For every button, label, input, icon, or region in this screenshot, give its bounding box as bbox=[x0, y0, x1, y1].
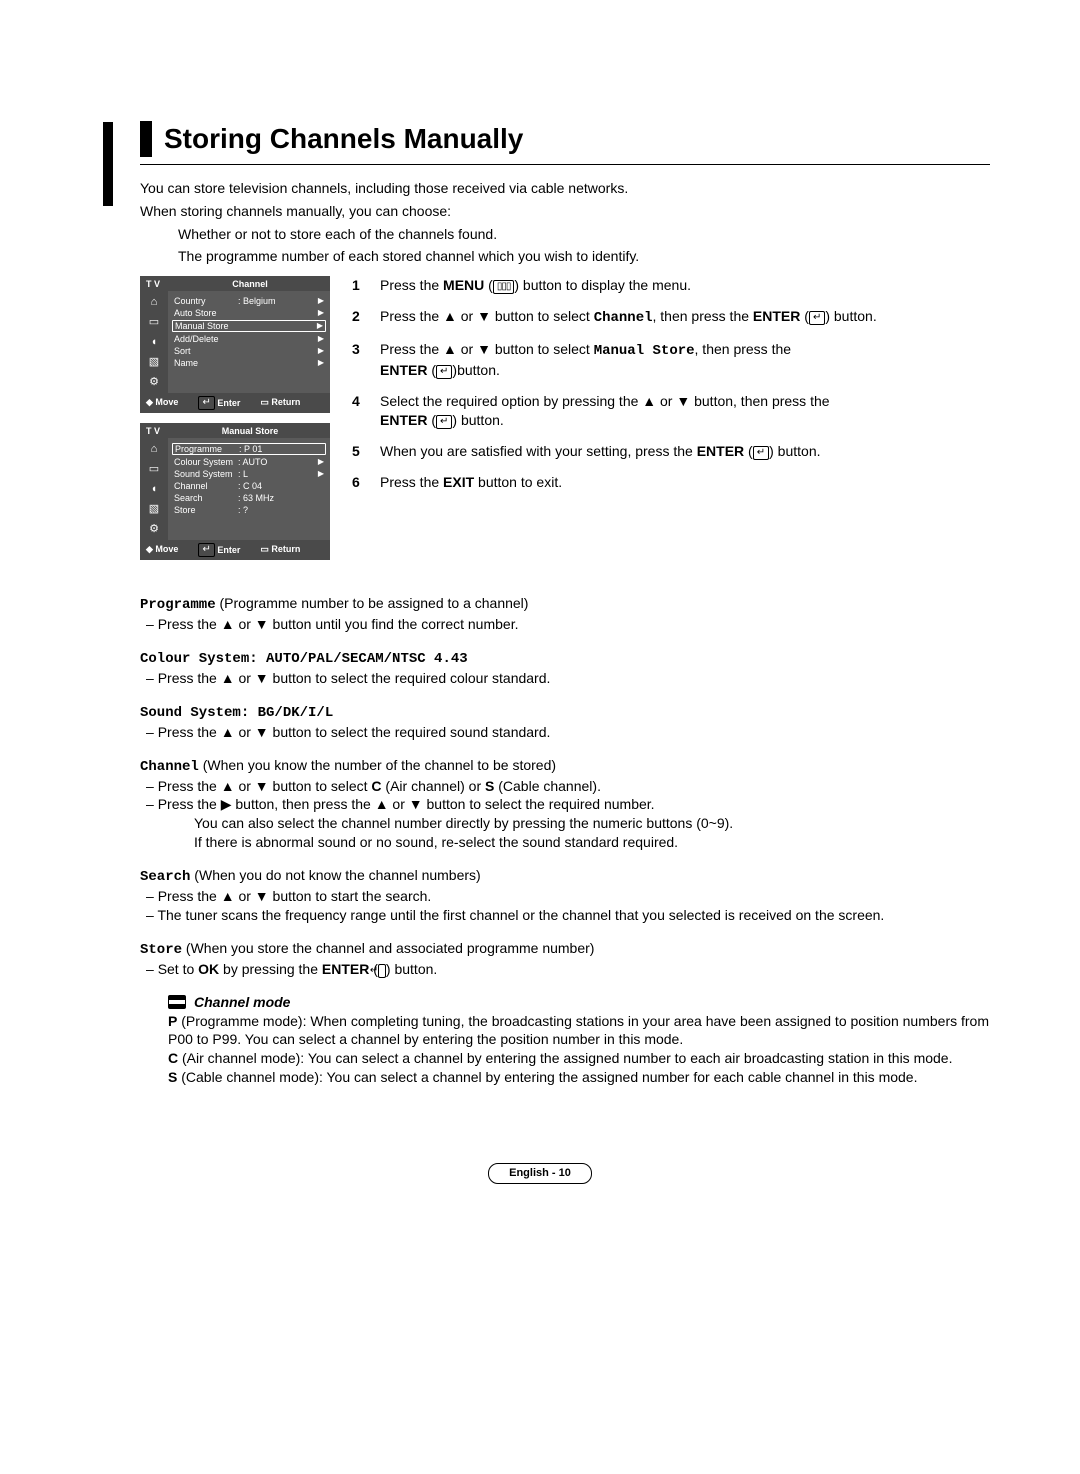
enter-icon: ↵ bbox=[809, 311, 825, 325]
chevron-right-icon: ▶ bbox=[318, 469, 324, 480]
osd2-row-store: Store: ? bbox=[174, 504, 324, 516]
setup-icon: ⚙ bbox=[146, 375, 162, 389]
setup-icon: ⚙ bbox=[146, 522, 162, 536]
page-footer: English - 10 bbox=[0, 1162, 1080, 1184]
osd-foot-move: ◆ Move bbox=[146, 396, 178, 410]
manual-page: Storing Channels Manually You can store … bbox=[0, 0, 1080, 1474]
menu-icon: ▯▯▯ bbox=[493, 280, 515, 294]
step-list: 1 Press the MENU (▯▯▯) button to display… bbox=[352, 276, 990, 491]
channel-mode-title: Channel mode bbox=[194, 994, 290, 1010]
osd1-header: T V Channel bbox=[140, 276, 330, 291]
channel-mode-section: Channel mode P (Programme mode): When co… bbox=[140, 993, 990, 1087]
def-store: Store (When you store the channel and as… bbox=[140, 939, 990, 979]
osd1-row-sort: Sort▶ bbox=[174, 345, 324, 357]
def-channel: Channel (When you know the number of the… bbox=[140, 756, 990, 852]
step-4: 4 Select the required option by pressing… bbox=[352, 392, 990, 430]
osd-foot-return: ▭ Return bbox=[260, 396, 300, 410]
steps-column: 1 Press the MENU (▯▯▯) button to display… bbox=[352, 276, 990, 503]
osd-menu-manualstore: T V Manual Store ⌂ ▭ ◖ ▧ ⚙ Programme: P … bbox=[140, 423, 330, 560]
osd2-list: Programme: P 01 Colour System: AUTO▶ Sou… bbox=[168, 438, 330, 540]
osd-menu-channel: T V Channel ⌂ ▭ ◖ ▧ ⚙ Country: Belgium▶ … bbox=[140, 276, 330, 413]
note-icon bbox=[168, 995, 186, 1009]
def-sound-system: Sound System: BG/DK/I/L – Press the ▲ or… bbox=[140, 702, 990, 742]
step-6: 6 Press the EXIT button to exit. bbox=[352, 473, 990, 492]
intro-sub-2: The programme number of each stored chan… bbox=[140, 247, 990, 266]
def-search: Search (When you do not know the channel… bbox=[140, 866, 990, 925]
osd1-body: ⌂ ▭ ◖ ▧ ⚙ Country: Belgium▶ Auto Store▶ … bbox=[140, 291, 330, 393]
osd2-row-search: Search: 63 MHz bbox=[174, 492, 324, 504]
chmode-p: P (Programme mode): When completing tuni… bbox=[168, 1012, 990, 1050]
chmode-s: S (Cable channel mode): You can select a… bbox=[168, 1068, 990, 1087]
osd2-title-left: T V bbox=[146, 425, 176, 437]
intro-line-1: You can store television channels, inclu… bbox=[140, 179, 990, 198]
chevron-right-icon: ▶ bbox=[318, 334, 324, 345]
chevron-right-icon: ▶ bbox=[318, 346, 324, 357]
def-programme: Programme (Programme number to be assign… bbox=[140, 594, 990, 634]
tv-icon: ⌂ bbox=[146, 295, 162, 309]
two-column-layout: T V Channel ⌂ ▭ ◖ ▧ ⚙ Country: Belgium▶ … bbox=[140, 276, 990, 570]
osd1-footer: ◆ Move ↵ Enter ▭ Return bbox=[140, 393, 330, 413]
enter-icon: ↵ bbox=[378, 964, 386, 978]
osd2-icon-strip: ⌂ ▭ ◖ ▧ ⚙ bbox=[140, 438, 168, 540]
osd1-row-adddelete: Add/Delete▶ bbox=[174, 333, 324, 345]
intro-sub-1: Whether or not to store each of the chan… bbox=[140, 225, 990, 244]
footer-pill: English - 10 bbox=[488, 1163, 592, 1184]
chevron-right-icon: ▶ bbox=[317, 321, 323, 332]
osd1-row-manualstore: Manual Store▶ bbox=[172, 320, 326, 332]
chmode-c: C (Air channel mode): You can select a c… bbox=[168, 1049, 990, 1068]
title-row: Storing Channels Manually bbox=[140, 120, 990, 158]
osd-foot-move: ◆ Move bbox=[146, 543, 178, 557]
def-colour-system: Colour System: AUTO/PAL/SECAM/NTSC 4.43 … bbox=[140, 648, 990, 688]
osd2-footer: ◆ Move ↵ Enter ▭ Return bbox=[140, 540, 330, 560]
enter-icon: ↵ bbox=[753, 446, 769, 460]
chevron-right-icon: ▶ bbox=[318, 308, 324, 319]
title-rule bbox=[140, 164, 990, 165]
step-5: 5 When you are satisfied with your setti… bbox=[352, 442, 990, 461]
osd-column: T V Channel ⌂ ▭ ◖ ▧ ⚙ Country: Belgium▶ … bbox=[140, 276, 330, 570]
osd-foot-return: ▭ Return bbox=[260, 543, 300, 557]
side-marker bbox=[103, 122, 113, 206]
channel-icon: ▧ bbox=[146, 355, 162, 369]
osd-foot-enter: ↵ Enter bbox=[198, 396, 240, 410]
picture-icon: ▭ bbox=[146, 462, 162, 476]
channel-icon: ▧ bbox=[146, 502, 162, 516]
chevron-right-icon: ▶ bbox=[318, 358, 324, 369]
step-2: 2 Press the ▲ or ▼ button to select Chan… bbox=[352, 307, 990, 328]
osd1-row-autostore: Auto Store▶ bbox=[174, 307, 324, 319]
enter-icon: ↵ bbox=[436, 365, 452, 379]
osd1-row-name: Name▶ bbox=[174, 357, 324, 369]
step-3: 3 Press the ▲ or ▼ button to select Manu… bbox=[352, 340, 990, 380]
osd1-row-country: Country: Belgium▶ bbox=[174, 295, 324, 307]
osd1-list: Country: Belgium▶ Auto Store▶ Manual Sto… bbox=[168, 291, 330, 393]
page-title: Storing Channels Manually bbox=[164, 120, 523, 158]
chevron-right-icon: ▶ bbox=[318, 457, 324, 468]
osd2-row-sound: Sound System: L▶ bbox=[174, 468, 324, 480]
osd1-title-left: T V bbox=[146, 278, 176, 290]
picture-icon: ▭ bbox=[146, 315, 162, 329]
enter-icon: ↵ bbox=[436, 415, 452, 429]
osd2-row-colour: Colour System: AUTO▶ bbox=[174, 456, 324, 468]
osd-foot-enter: ↵ Enter bbox=[198, 543, 240, 557]
tv-icon: ⌂ bbox=[146, 442, 162, 456]
enter-icon: ↵ bbox=[198, 543, 214, 557]
osd2-row-channel: Channel: C 04 bbox=[174, 480, 324, 492]
title-bar-icon bbox=[140, 121, 152, 157]
osd2-title-center: Manual Store bbox=[176, 425, 324, 437]
intro-line-2: When storing channels manually, you can … bbox=[140, 202, 990, 221]
enter-icon: ↵ bbox=[198, 396, 214, 410]
osd2-row-programme: Programme: P 01 bbox=[172, 443, 326, 455]
osd2-header: T V Manual Store bbox=[140, 423, 330, 438]
osd2-body: ⌂ ▭ ◖ ▧ ⚙ Programme: P 01 Colour System:… bbox=[140, 438, 330, 540]
osd1-icon-strip: ⌂ ▭ ◖ ▧ ⚙ bbox=[140, 291, 168, 393]
osd1-title-center: Channel bbox=[176, 278, 324, 290]
step-1: 1 Press the MENU (▯▯▯) button to display… bbox=[352, 276, 990, 295]
chevron-right-icon: ▶ bbox=[318, 296, 324, 307]
sound-icon: ◖ bbox=[146, 335, 162, 349]
definitions: Programme (Programme number to be assign… bbox=[140, 594, 990, 1087]
sound-icon: ◖ bbox=[146, 482, 162, 496]
